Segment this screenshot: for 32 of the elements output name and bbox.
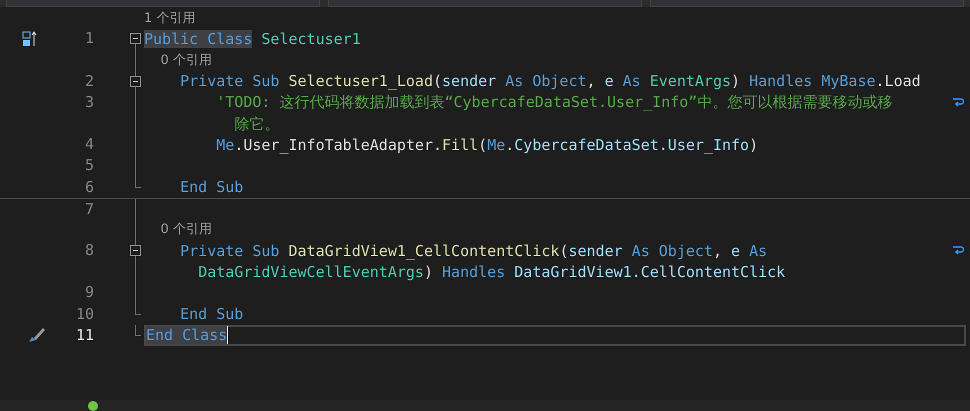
line-number: 9 bbox=[84, 282, 94, 304]
code-line: 'TODO: 这行代码将数据加载到表“CybercafeDataSet.User_Info”中。您可以根据需要移动或移 bbox=[215, 92, 892, 112]
line-number: 5 bbox=[84, 155, 94, 176]
collapse-toggle[interactable] bbox=[130, 33, 141, 44]
line-number: 1 bbox=[84, 28, 94, 50]
reference-count[interactable]: 0 个引用 bbox=[144, 220, 212, 238]
collapse-toggle[interactable] bbox=[130, 76, 141, 87]
code-line: 除它。 bbox=[233, 114, 280, 134]
status-circle-icon bbox=[88, 400, 98, 410]
class-diagram-icon[interactable] bbox=[22, 30, 38, 47]
word-wrap-icon bbox=[952, 244, 964, 256]
line-number: 8 bbox=[84, 240, 94, 262]
code-line: DataGridViewCellEventArgs) Handles DataGridView1.CellContentClick bbox=[197, 262, 786, 282]
reference-count[interactable]: 0 个引用 bbox=[144, 50, 212, 69]
line-number: 6 bbox=[84, 176, 94, 198]
line-number: 11 bbox=[74, 324, 94, 346]
collapse-toggle[interactable] bbox=[130, 245, 141, 256]
code-line: End Sub bbox=[179, 304, 244, 324]
reference-count[interactable]: 1 个引用 bbox=[144, 8, 196, 27]
code-line: End Sub bbox=[179, 177, 244, 198]
line-number: 3 bbox=[84, 92, 94, 113]
code-line: Me.User_InfoTableAdapter.Fill(Me.CybercafeDataSet.User_Info) bbox=[215, 134, 758, 155]
text-cursor bbox=[227, 326, 228, 344]
line-number: 2 bbox=[84, 70, 94, 92]
screwdriver-icon[interactable] bbox=[27, 326, 47, 344]
line-number: 10 bbox=[74, 304, 94, 325]
word-wrap-icon bbox=[952, 96, 964, 108]
code-line: Private Sub DataGridView1_CellContentClick(sender As Object, e As bbox=[179, 240, 768, 261]
code-line: Public Class Selectuser1 bbox=[144, 28, 361, 49]
line-number: 4 bbox=[84, 134, 94, 156]
code-line: Private Sub Selectuser1_Load(sender As Object, e As EventArgs) Handles MyBase.Load bbox=[179, 71, 921, 92]
line-number: 7 bbox=[84, 198, 94, 219]
